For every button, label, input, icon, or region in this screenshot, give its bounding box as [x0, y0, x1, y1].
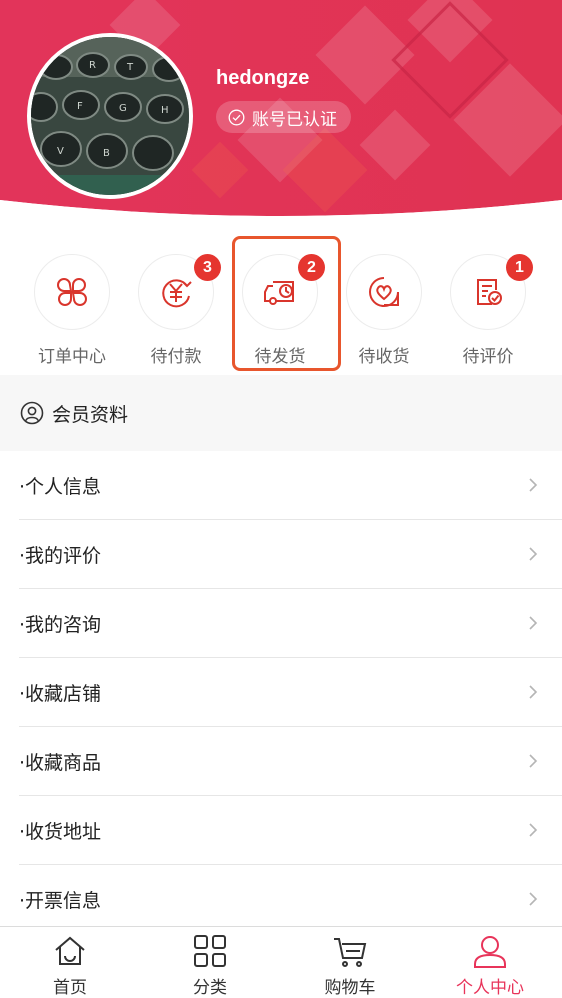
tab-category[interactable]: 分类 [140, 927, 280, 998]
chevron-right-icon [529, 754, 538, 768]
tab-label-profile: 个人中心 [456, 978, 524, 998]
menu-item-label: ·开票信息 [19, 890, 102, 912]
avatar-image: R T F G H V B [31, 37, 189, 195]
verified-badge: 账号已认证 [216, 101, 351, 133]
chevron-right-icon [529, 892, 538, 906]
pending-payment-badge: 3 [194, 254, 221, 281]
chevron-right-icon [529, 823, 538, 837]
chevron-right-icon [529, 478, 538, 492]
username: hedongze [216, 67, 310, 89]
category-grid-icon [194, 935, 226, 967]
pending-receipt-icon [369, 277, 399, 307]
check-circle-icon [228, 109, 245, 126]
svg-text:T: T [126, 62, 134, 73]
chevron-right-icon [529, 685, 538, 699]
svg-text:H: H [161, 105, 169, 116]
cart-icon [334, 938, 367, 967]
pending-review-badge: 1 [506, 254, 533, 281]
order-item-pending-receipt[interactable]: 待收货 [334, 254, 434, 374]
menu-item-label: ·我的咨询 [19, 613, 102, 636]
chevron-right-icon [529, 547, 538, 561]
member-section-title: 会员资料 [52, 403, 129, 426]
svg-text:R: R [89, 60, 96, 71]
menu-item-label: ·收藏店铺 [19, 682, 102, 705]
avatar[interactable]: R T F G H V B [27, 33, 193, 199]
menu-item-my-inquiries[interactable]: ·我的咨询 [19, 589, 562, 658]
menu-item-invoice-info[interactable]: ·开票信息 [19, 865, 562, 934]
menu-item-favorite-stores[interactable]: ·收藏店铺 [19, 658, 562, 727]
menu-item-label: ·收藏商品 [19, 751, 102, 774]
tab-label-home: 首页 [53, 978, 87, 998]
user-circle-icon [20, 401, 44, 425]
pending-payment-icon [162, 279, 192, 308]
bottom-tab-bar: 首页 分类 购物车 个人中心 [0, 926, 562, 998]
order-label-pending-payment: 待付款 [150, 347, 202, 367]
menu-item-label: ·我的评价 [19, 544, 102, 567]
verified-label: 账号已认证 [252, 109, 337, 130]
home-icon [55, 936, 85, 965]
tab-home[interactable]: 首页 [0, 927, 140, 998]
menu-item-my-reviews[interactable]: ·我的评价 [19, 520, 562, 589]
user-icon [474, 936, 506, 968]
menu-item-shipping-address[interactable]: ·收货地址 [19, 796, 562, 865]
pending-review-icon [477, 279, 502, 305]
order-label-pending-receipt: 待收货 [358, 347, 410, 367]
svg-text:F: F [77, 101, 83, 112]
tab-label-cart: 购物车 [324, 978, 376, 998]
order-label-center: 订单中心 [38, 347, 106, 367]
svg-text:B: B [103, 148, 110, 159]
menu-item-label: ·收货地址 [19, 820, 102, 843]
chevron-right-icon [529, 616, 538, 630]
svg-text:G: G [119, 103, 127, 114]
order-item-pending-payment[interactable]: 3 待付款 [126, 254, 226, 374]
order-center-icon-circle [34, 254, 110, 330]
member-section-header: 会员资料 [0, 375, 562, 451]
tab-profile[interactable]: 个人中心 [420, 927, 560, 998]
order-item-pending-review[interactable]: 1 待评价 [438, 254, 538, 374]
menu-item-label: ·个人信息 [19, 475, 102, 498]
tab-label-category: 分类 [193, 978, 227, 998]
member-menu: ·个人信息 ·我的评价 ·我的咨询 ·收藏店铺 ·收藏商品 ·收货地址 ·开票信… [0, 451, 562, 934]
profile-page: R T F G H V B hedongze 账号已认证 订单中心 3 待付款 … [0, 0, 562, 998]
order-item-center[interactable]: 订单中心 [22, 254, 122, 374]
order-center-icon [57, 278, 87, 306]
highlight-box [232, 236, 341, 371]
order-label-pending-review: 待评价 [462, 347, 514, 367]
tab-cart[interactable]: 购物车 [280, 927, 420, 998]
pending-receipt-icon-circle [346, 254, 422, 330]
svg-text:V: V [57, 146, 64, 157]
menu-item-personal-info[interactable]: ·个人信息 [19, 451, 562, 520]
profile-header: R T F G H V B hedongze 账号已认证 [0, 0, 562, 232]
menu-item-favorite-products[interactable]: ·收藏商品 [19, 727, 562, 796]
